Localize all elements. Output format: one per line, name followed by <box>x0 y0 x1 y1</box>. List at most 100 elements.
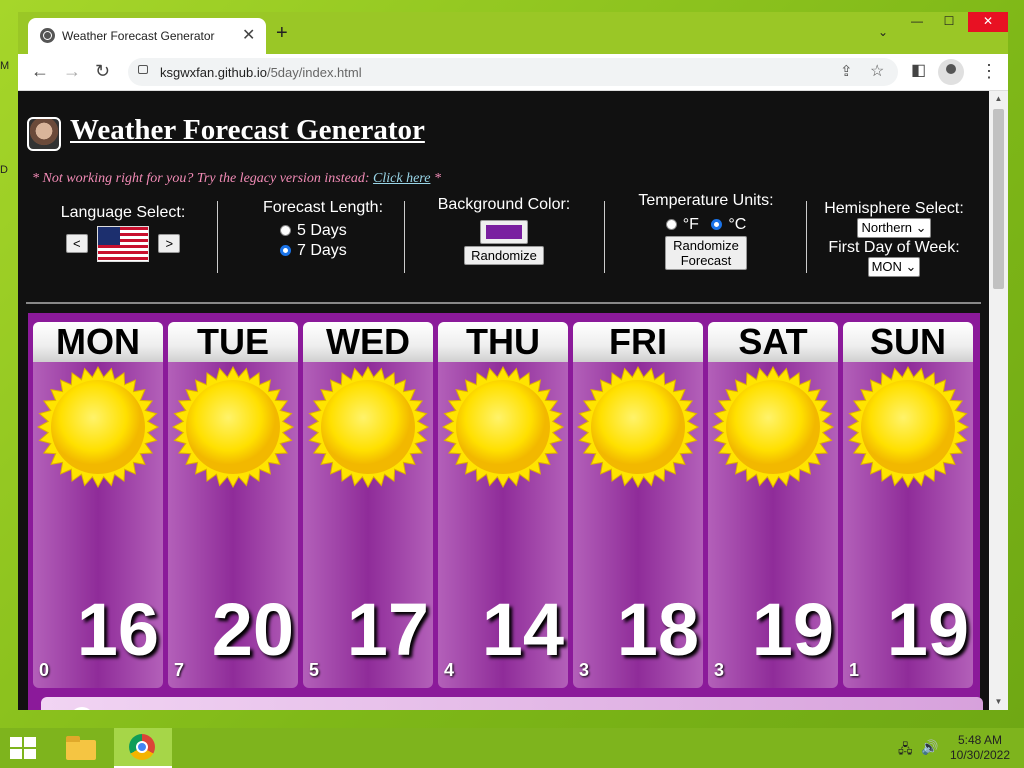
close-window-button[interactable]: ✕ <box>968 12 1008 32</box>
forecast-day-card: SAT 19 3 <box>708 322 838 688</box>
radio-celsius[interactable] <box>711 219 723 231</box>
forecast-day-card: WED 17 5 <box>303 322 433 688</box>
day-name: FRI <box>573 322 703 362</box>
sun-icon <box>306 365 430 489</box>
language-next-button[interactable]: > <box>158 234 181 254</box>
tab-search-chevron-icon[interactable]: ⌄ <box>878 25 888 39</box>
back-icon[interactable]: ← <box>31 61 49 81</box>
forecast-5-days-option[interactable]: 5 Days <box>280 221 408 241</box>
divider <box>604 201 605 273</box>
radio-7-days[interactable] <box>280 245 291 257</box>
side-panel-icon[interactable]: ◧ <box>911 61 926 81</box>
legacy-link[interactable]: Click here <box>373 171 430 186</box>
chrome-taskbar-button[interactable] <box>114 728 172 768</box>
temperature-units: Temperature Units: °F °C Randomize Forec… <box>626 192 786 270</box>
language-label: Language Select: <box>60 204 186 221</box>
high-temp: 20 <box>211 588 294 671</box>
sun-icon <box>576 365 700 489</box>
scroll-thumb[interactable] <box>993 109 1004 289</box>
fahrenheit-label: °F <box>682 216 699 233</box>
clock-date: 10/30/2022 <box>949 748 1011 762</box>
desktop-icon-label[interactable]: M <box>0 60 9 72</box>
tab-weather-forecast[interactable]: Weather Forecast Generator ✕ <box>28 18 266 54</box>
tab-title: Weather Forecast Generator <box>62 29 215 43</box>
day-name: SUN <box>843 322 973 362</box>
browser-toolbar: ← → ↻ ksgwxfan.github.io/5day/index.html… <box>18 54 1008 91</box>
profile-avatar-icon[interactable] <box>938 59 964 85</box>
hemisphere-label: Hemisphere Select: <box>824 200 964 217</box>
hemisphere-select[interactable]: Northern ⌄ <box>857 218 931 238</box>
first-day-select[interactable]: MON ⌄ <box>867 257 921 277</box>
high-temp: 16 <box>76 588 159 671</box>
minimize-button[interactable]: — <box>901 12 933 32</box>
network-icon[interactable]: 🖧 <box>898 740 913 762</box>
randomize-forecast-button[interactable]: Randomize Forecast <box>665 236 747 270</box>
day-name: SAT <box>708 322 838 362</box>
maximize-button[interactable]: ☐ <box>933 12 965 32</box>
low-temp: 1 <box>849 660 860 680</box>
scroll-down-icon[interactable]: ▼ <box>989 694 1008 710</box>
page-scrollbar[interactable]: ▲ ▼ <box>989 91 1008 710</box>
tab-close-icon[interactable]: ✕ <box>242 25 255 45</box>
chrome-icon <box>129 734 155 760</box>
sun-icon <box>441 365 565 489</box>
high-temp: 17 <box>346 588 429 671</box>
forecast-length-label: Forecast Length: <box>262 199 384 216</box>
high-temp: 19 <box>751 588 834 671</box>
lock-icon[interactable] <box>138 65 148 74</box>
windows-start-icon[interactable] <box>10 737 38 759</box>
low-temp: 4 <box>444 660 455 680</box>
scroll-up-icon[interactable]: ▲ <box>989 91 1008 107</box>
address-bar[interactable]: ksgwxfan.github.io/5day/index.html ⇪ ☆ <box>128 58 898 86</box>
background-color: Background Color: Randomize <box>423 196 585 265</box>
first-day-label: First Day of Week: <box>828 239 960 256</box>
forecast-day-card: FRI 18 3 <box>573 322 703 688</box>
bookmark-star-icon[interactable]: ☆ <box>870 61 884 81</box>
high-temp: 18 <box>616 588 699 671</box>
background-color-label: Background Color: <box>437 196 571 213</box>
low-temp: 5 <box>309 660 320 680</box>
legacy-notice: * Not working right for you? Try the leg… <box>32 171 441 187</box>
forecast-day-card: SUN 19 1 <box>843 322 973 688</box>
forward-icon[interactable]: → <box>63 61 81 81</box>
sun-icon <box>171 365 295 489</box>
clock-time: 5:48 AM <box>957 733 1003 747</box>
tab-strip: Weather Forecast Generator ✕ + ⌄ — ☐ ✕ <box>18 12 1008 54</box>
legacy-end: * <box>430 171 441 186</box>
menu-kebab-icon[interactable]: ⋮ <box>980 61 998 81</box>
cloud-icon <box>74 707 90 710</box>
day-name: TUE <box>168 322 298 362</box>
divider <box>404 201 405 273</box>
reload-icon[interactable]: ↻ <box>95 61 110 81</box>
forecast-7-days-option[interactable]: 7 Days <box>280 241 408 261</box>
volume-icon[interactable]: 🔊 <box>921 739 938 756</box>
temperature-units-label: Temperature Units: <box>638 192 774 209</box>
language-select: Language Select: < > <box>48 204 198 262</box>
sun-icon <box>36 365 160 489</box>
low-temp: 0 <box>39 660 50 680</box>
file-explorer-icon[interactable] <box>62 732 100 764</box>
language-prev-button[interactable]: < <box>65 234 88 254</box>
forecast-day-card: TUE 20 7 <box>168 322 298 688</box>
extended-forecast-panel <box>41 697 983 710</box>
hemisphere-settings: Hemisphere Select: Northern ⌄ First Day … <box>818 200 970 277</box>
forecast-day-card: MON 16 0 <box>33 322 163 688</box>
desktop-icon-label[interactable]: D <box>0 164 8 176</box>
globe-icon <box>40 28 55 43</box>
sun-icon <box>846 365 970 489</box>
clock[interactable]: 5:48 AM 10/30/2022 <box>945 733 1015 763</box>
divider <box>806 201 807 273</box>
url-text: ksgwxfan.github.io/5day/index.html <box>160 65 362 80</box>
day-name: MON <box>33 322 163 362</box>
radio-5-days[interactable] <box>280 225 291 237</box>
radio-fahrenheit[interactable] <box>665 219 677 231</box>
forecast-length: Forecast Length: 5 Days 7 Days <box>238 199 408 261</box>
new-tab-button[interactable]: + <box>276 23 288 43</box>
color-picker-button[interactable] <box>480 220 528 244</box>
randomize-color-button[interactable]: Randomize <box>464 246 544 265</box>
day-name: WED <box>303 322 433 362</box>
page-title: Weather Forecast Generator <box>70 114 425 146</box>
share-icon[interactable]: ⇪ <box>840 62 853 80</box>
low-temp: 3 <box>714 660 725 680</box>
divider-rule <box>26 302 981 304</box>
